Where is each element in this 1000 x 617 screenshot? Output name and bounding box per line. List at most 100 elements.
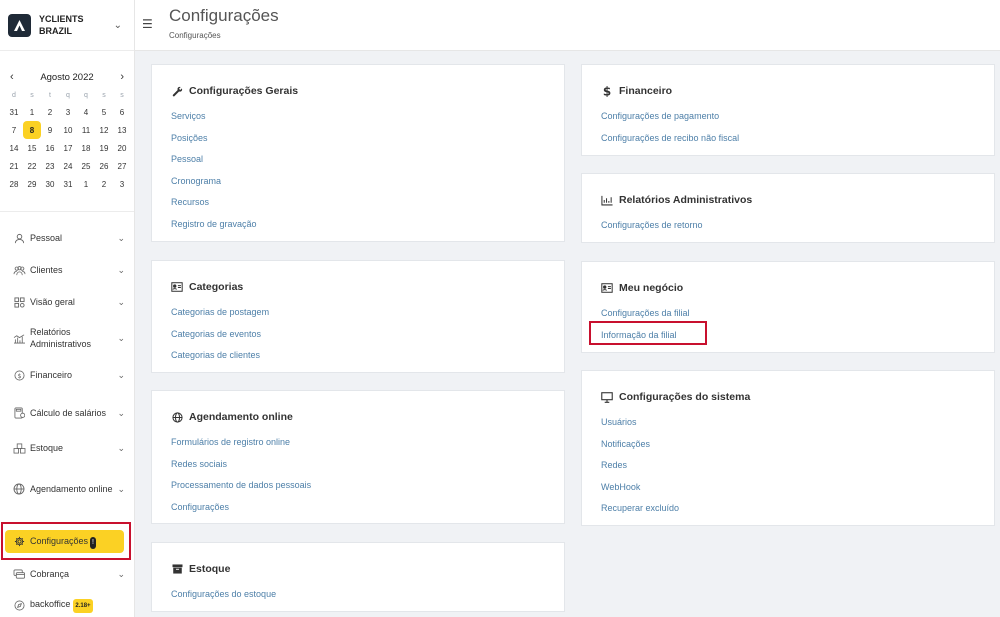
sidebar-item-label: Cálculo de salários [30, 408, 107, 418]
link-configuracoes-de-retorno[interactable]: Configurações de retorno [601, 218, 975, 240]
chevron-down-icon[interactable]: ⌄ [117, 443, 125, 454]
idcard-icon [171, 281, 183, 293]
calculator-icon [12, 406, 26, 420]
top-header: ☰ Configurações Configurações [135, 0, 1000, 51]
wrench-icon [171, 85, 183, 97]
sidebar-item-configuracoes[interactable]: Configurações! [5, 530, 124, 553]
link-configuracoes-do-estoque[interactable]: Configurações do estoque [171, 587, 545, 609]
card-configuracoes-gerais: Configurações Gerais Serviços Posições Pess… [151, 64, 565, 242]
link-notificacoes[interactable]: Notificações [601, 437, 975, 459]
sidebar-item-pessoal[interactable]: Pessoal ⌄ [0, 224, 134, 252]
link-categorias-de-clientes[interactable]: Categorias de clientes [171, 348, 545, 370]
link-categorias-de-postagem[interactable]: Categorias de postagem [171, 305, 545, 327]
sidebar-item-label: Clientes [30, 265, 63, 275]
link-processamento-de-dados-pessoais[interactable]: Processamento de dados pessoais [171, 478, 545, 500]
sidebar-item-label: Estoque [30, 443, 64, 453]
sidebar-menu: Pessoal ⌄ Clientes ⌄ Visão geral ⌄ Relatórios … [0, 0, 134, 617]
link-usuarios[interactable]: Usuários [601, 415, 975, 437]
link-registro-de-gravacao[interactable]: Registro de gravação [171, 217, 545, 239]
card-title: Categorias [171, 281, 545, 293]
sidebar-item-backoffice[interactable]: backoffice 2.18+ [0, 593, 134, 617]
card-configuracoes-sistema: Configurações do sistema Usuários Notifica… [581, 370, 995, 526]
users-icon [12, 263, 26, 277]
sidebar-item-label: Cobrança [30, 569, 70, 579]
link-cronograma[interactable]: Cronograma [171, 174, 545, 196]
card-title: Agendamento online [171, 411, 545, 423]
link-configuracoes-da-filial[interactable]: Configurações da filial [601, 306, 975, 328]
sidebar: YCLIENTS BRAZIL ⌄ ‹ Agosto 2022 › dstqqs… [0, 0, 135, 617]
boxes-icon [12, 441, 26, 455]
chevron-down-icon[interactable]: ⌄ [117, 297, 125, 308]
sidebar-item-label: Configurações [30, 535, 89, 546]
chart-icon [12, 331, 26, 345]
archive-icon [171, 563, 183, 575]
card-estoque: Estoque Configurações do estoque [151, 542, 565, 612]
link-pessoal[interactable]: Pessoal [171, 152, 545, 174]
cards-icon [12, 567, 26, 581]
grid-icon [12, 295, 26, 309]
sidebar-item-clientes[interactable]: Clientes ⌄ [0, 257, 134, 283]
globe-icon [171, 411, 183, 423]
card-title-text: Agendamento online [189, 411, 293, 423]
card-title-text: Relatórios Administrativos [619, 194, 753, 206]
page-title: Configurações [169, 6, 279, 25]
link-servicos[interactable]: Serviços [171, 109, 545, 131]
sidebar-badge: 2.18+ [73, 598, 93, 613]
card-meu-negocio: Meu negócio Configurações da filial Inform… [581, 261, 995, 353]
link-configuracoes-de-pagamento[interactable]: Configurações de pagamento [601, 109, 975, 131]
link-posicoes[interactable]: Posições [171, 131, 545, 153]
link-recuperar-excluido[interactable]: Recuperar excluído [601, 501, 975, 523]
chevron-down-icon[interactable]: ⌄ [117, 370, 125, 381]
card-financeiro: $ Financeiro Configurações de pagamento Con… [581, 64, 995, 156]
sidebar-item-label: Relatórios Administrativos [30, 327, 92, 349]
link-webhook[interactable]: WebHook [601, 480, 975, 502]
sidebar-item-visao-geral[interactable]: Visão geral ⌄ [0, 289, 134, 315]
card-title: Configurações do sistema [601, 391, 975, 403]
chart-icon [601, 194, 613, 206]
chevron-down-icon[interactable]: ⌄ [117, 569, 125, 580]
card-title: Configurações Gerais [171, 85, 545, 97]
link-redes[interactable]: Redes [601, 458, 975, 480]
sidebar-item-financeiro[interactable]: $ Financeiro ⌄ [0, 362, 134, 388]
globe-icon [12, 482, 26, 496]
breadcrumb[interactable]: Configurações [169, 31, 221, 40]
monitor-icon [601, 391, 613, 403]
sidebar-item-calculo-de-salarios[interactable]: Cálculo de salários ⌄ [0, 396, 134, 430]
card-relatorios-administrativos: Relatórios Administrativos Configurações … [581, 173, 995, 243]
hamburger-menu-icon[interactable]: ☰ [142, 17, 153, 31]
card-title-text: Financeiro [619, 85, 673, 97]
sidebar-item-label: backoffice [30, 598, 71, 609]
sidebar-item-label: Agendamento online [30, 484, 113, 494]
sidebar-item-label: Visão geral [30, 297, 75, 307]
link-categorias-de-eventos[interactable]: Categorias de eventos [171, 327, 545, 349]
dollar-icon: $ [601, 85, 613, 97]
card-title: $ Financeiro [601, 85, 975, 97]
link-configuracoes[interactable]: Configurações [171, 500, 545, 522]
link-informacao-da-filial[interactable]: Informação da filial [601, 328, 975, 350]
chevron-down-icon[interactable]: ⌄ [117, 484, 125, 495]
card-title-text: Meu negócio [619, 282, 684, 294]
svg-text:$: $ [17, 371, 21, 379]
card-title: Meu negócio [601, 282, 975, 294]
card-categorias: Categorias Categorias de postagem Categori… [151, 260, 565, 373]
link-configuracoes-de-recibo-nao-fiscal[interactable]: Configurações de recibo não fiscal [601, 131, 975, 153]
sidebar-item-relatorios-administrativos[interactable]: Relatórios Administrativos ⌄ [0, 319, 134, 357]
sidebar-item-label: Pessoal [30, 233, 63, 243]
card-agendamento-online: Agendamento online Formulários de registr… [151, 390, 565, 524]
sidebar-item-agendamento-online[interactable]: Agendamento online ⌄ [0, 470, 134, 508]
sidebar-item-estoque[interactable]: Estoque ⌄ [0, 435, 134, 461]
link-recursos[interactable]: Recursos [171, 195, 545, 217]
card-title-text: Categorias [189, 281, 244, 293]
sidebar-item-cobranca[interactable]: Cobrança ⌄ [0, 561, 134, 587]
chevron-down-icon[interactable]: ⌄ [117, 333, 125, 344]
sidebar-badge: ! [90, 536, 96, 549]
link-redes-sociais[interactable]: Redes sociais [171, 457, 545, 479]
link-formularios-de-registro-online[interactable]: Formulários de registro online [171, 435, 545, 457]
card-title-text: Configurações Gerais [189, 85, 299, 97]
sidebar-item-label: Financeiro [30, 370, 73, 380]
compass-icon [12, 598, 26, 612]
svg-text:$: $ [603, 85, 611, 97]
chevron-down-icon[interactable]: ⌄ [117, 408, 125, 419]
chevron-down-icon[interactable]: ⌄ [117, 233, 125, 244]
chevron-down-icon[interactable]: ⌄ [117, 265, 125, 276]
